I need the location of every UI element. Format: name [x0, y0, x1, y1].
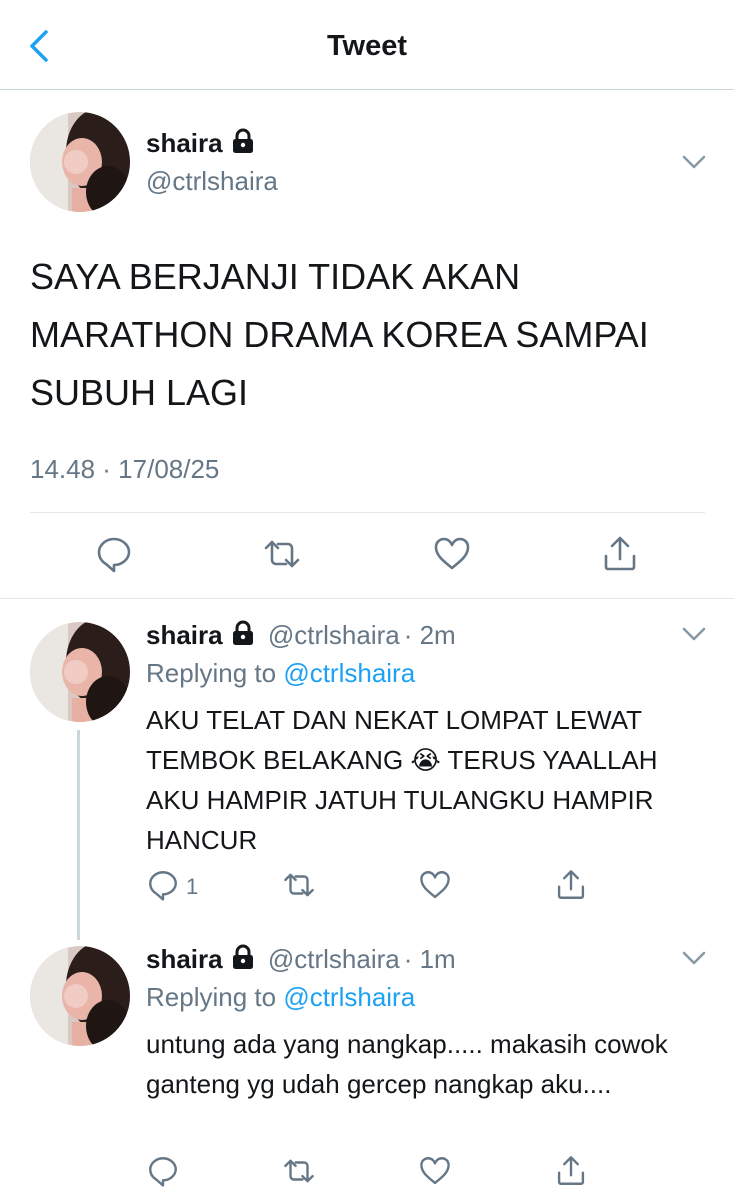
- chevron-down-icon: [682, 951, 706, 965]
- avatar[interactable]: [30, 112, 130, 212]
- replying-label: Replying to: [146, 982, 277, 1012]
- reply-icon: [97, 537, 131, 573]
- reply-text: AKU TELAT DAN NEKAT LOMPAT LEWAT TEMBOK …: [146, 705, 658, 855]
- reply-text: untung ada yang nangkap..... makasih cow…: [146, 1029, 668, 1099]
- replying-to: Replying to @ctrlshaira: [146, 982, 415, 1013]
- reply-header: shaira @ctrlshaira · 2m: [146, 620, 456, 651]
- replying-to-link[interactable]: @ctrlshaira: [283, 982, 415, 1012]
- chevron-down-icon: [682, 155, 706, 169]
- author-handle: @ctrlshaira: [146, 166, 278, 196]
- share-button[interactable]: [554, 868, 594, 908]
- lock-icon: [232, 944, 253, 969]
- like-icon: [420, 871, 450, 899]
- reply-header: shaira @ctrlshaira · 1m: [146, 944, 456, 975]
- share-icon: [557, 1156, 585, 1185]
- retweet-button[interactable]: [282, 868, 322, 908]
- share-icon: [604, 536, 636, 571]
- reply-button[interactable]: [146, 868, 186, 908]
- author-name: shaira: [146, 128, 223, 158]
- author-handle: @ctrlshaira: [267, 944, 400, 974]
- like-icon: [434, 537, 470, 570]
- author-name-row: shaira: [146, 128, 255, 159]
- avatar[interactable]: [30, 946, 130, 1046]
- reply-icon: [149, 871, 177, 901]
- retweet-icon: [284, 873, 314, 897]
- like-button[interactable]: [418, 868, 458, 908]
- like-icon: [420, 1157, 450, 1185]
- retweet-icon: [284, 1159, 314, 1183]
- share-icon: [557, 870, 585, 899]
- page-title: Tweet: [326, 30, 408, 62]
- divider: [0, 598, 734, 599]
- share-button[interactable]: [554, 1154, 594, 1194]
- replying-to: Replying to @ctrlshaira: [146, 658, 415, 689]
- reply-count: 1: [186, 874, 199, 899]
- tweet-text: SAYA BERJANJI TIDAK AKAN MARATHON DRAMA …: [30, 256, 649, 413]
- author-handle: @ctrlshaira: [267, 620, 400, 650]
- retweet-icon: [264, 540, 300, 568]
- tweet-timestamp: 14.48 · 17/08/25: [30, 454, 220, 484]
- retweet-button[interactable]: [282, 1154, 322, 1194]
- reply-icon: [149, 1157, 177, 1187]
- reply-time: · 1m: [403, 944, 456, 974]
- tweet-menu-button[interactable]: [680, 152, 708, 172]
- share-button[interactable]: [600, 534, 640, 574]
- replying-to-link[interactable]: @ctrlshaira: [283, 658, 415, 688]
- reply-time: · 2m: [403, 620, 456, 650]
- thread-connector: [77, 730, 80, 940]
- author-name: shaira: [146, 944, 223, 974]
- avatar[interactable]: [30, 622, 130, 722]
- reply-button[interactable]: [146, 1154, 186, 1194]
- author-name: shaira: [146, 620, 223, 650]
- top-bar: Tweet: [0, 0, 734, 90]
- divider: [30, 512, 705, 513]
- lock-icon: [232, 128, 253, 153]
- retweet-button[interactable]: [262, 534, 302, 574]
- replying-label: Replying to: [146, 658, 277, 688]
- reply-button[interactable]: [94, 534, 134, 574]
- lock-icon: [232, 620, 253, 645]
- like-button[interactable]: [432, 534, 472, 574]
- chevron-down-icon: [682, 627, 706, 641]
- like-button[interactable]: [418, 1154, 458, 1194]
- tweet-menu-button[interactable]: [680, 624, 708, 644]
- tweet-menu-button[interactable]: [680, 948, 708, 968]
